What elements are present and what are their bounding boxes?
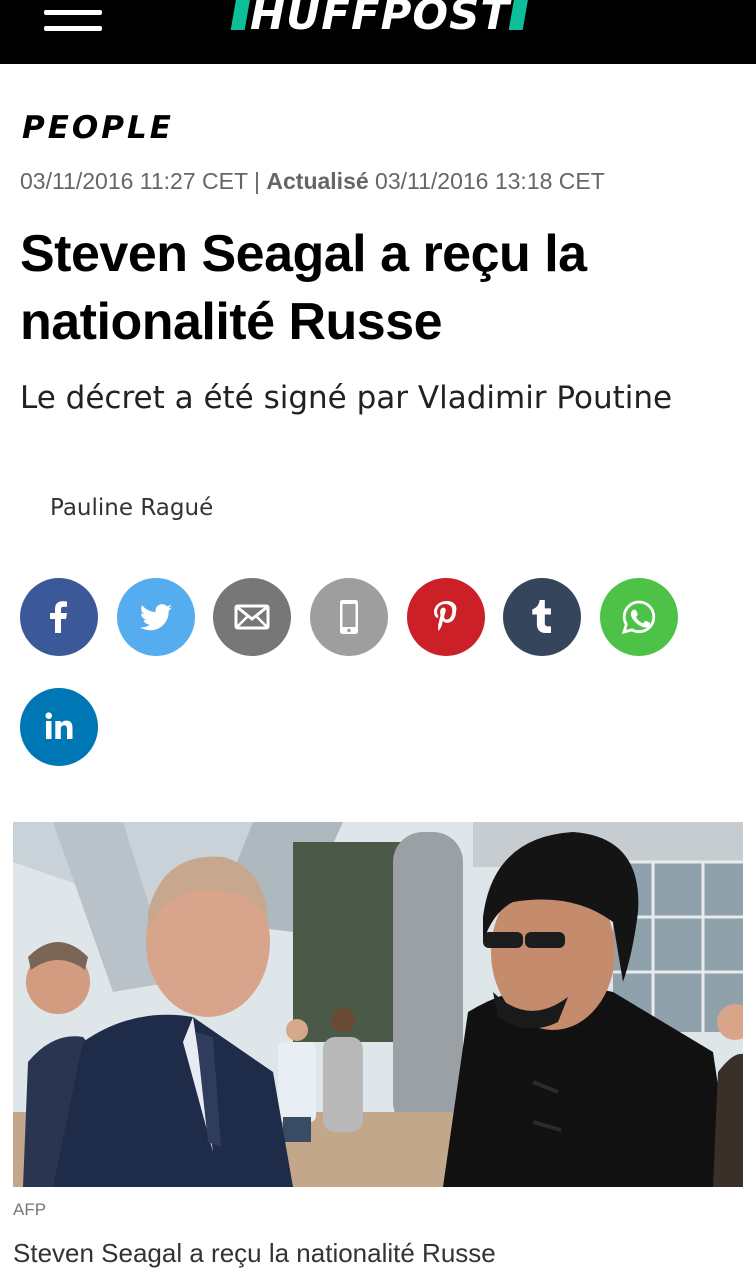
twitter-icon [139,604,172,631]
hamburger-menu-icon[interactable] [44,6,104,36]
tumblr-icon [532,600,551,633]
photo-credit: AFP [13,1200,47,1219]
menu-line [44,26,102,31]
logo-accent-bar [230,0,252,30]
menu-line [44,10,102,15]
article-category[interactable]: PEOPLE [22,110,174,146]
linkedin-icon [45,712,73,739]
article-photo[interactable] [13,822,743,1187]
pinterest-share-button[interactable] [407,578,485,656]
logo-accent-bar [508,0,530,30]
article-subheadline: Le décret a été signé par Vladimir Pouti… [20,380,673,416]
article-headline: Steven Seagal a reçu la nationalité Russ… [20,225,587,351]
photo-caption: Steven Seagal a reçu la nationalité Russ… [13,1238,496,1268]
updated-label: Actualisé [266,168,369,194]
sms-share-button[interactable] [310,578,388,656]
facebook-icon [50,601,67,633]
article-dateline: 03/11/2016 11:27 CET | Actualisé 03/11/2… [20,168,605,195]
mobile-phone-icon [340,600,358,634]
linkedin-share-button[interactable] [20,688,98,766]
whatsapp-share-button[interactable] [600,578,678,656]
email-icon [234,604,270,630]
facebook-share-button[interactable] [20,578,98,656]
twitter-share-button[interactable] [117,578,195,656]
tumblr-share-button[interactable] [503,578,581,656]
logo-text: HUFFPOST [250,0,511,39]
published-time: 03/11/2016 11:27 CET [20,168,248,194]
email-share-button[interactable] [213,578,291,656]
updated-time: 03/11/2016 13:18 CET [375,168,605,194]
date-separator: | [254,168,260,194]
article-author[interactable]: Pauline Ragué [50,495,213,521]
article-photo-illustration [13,822,743,1187]
huffpost-logo[interactable]: HUFFPOST [230,0,530,39]
whatsapp-icon [621,600,656,634]
pinterest-icon [434,601,457,631]
top-navigation-bar: HUFFPOST [0,0,756,64]
